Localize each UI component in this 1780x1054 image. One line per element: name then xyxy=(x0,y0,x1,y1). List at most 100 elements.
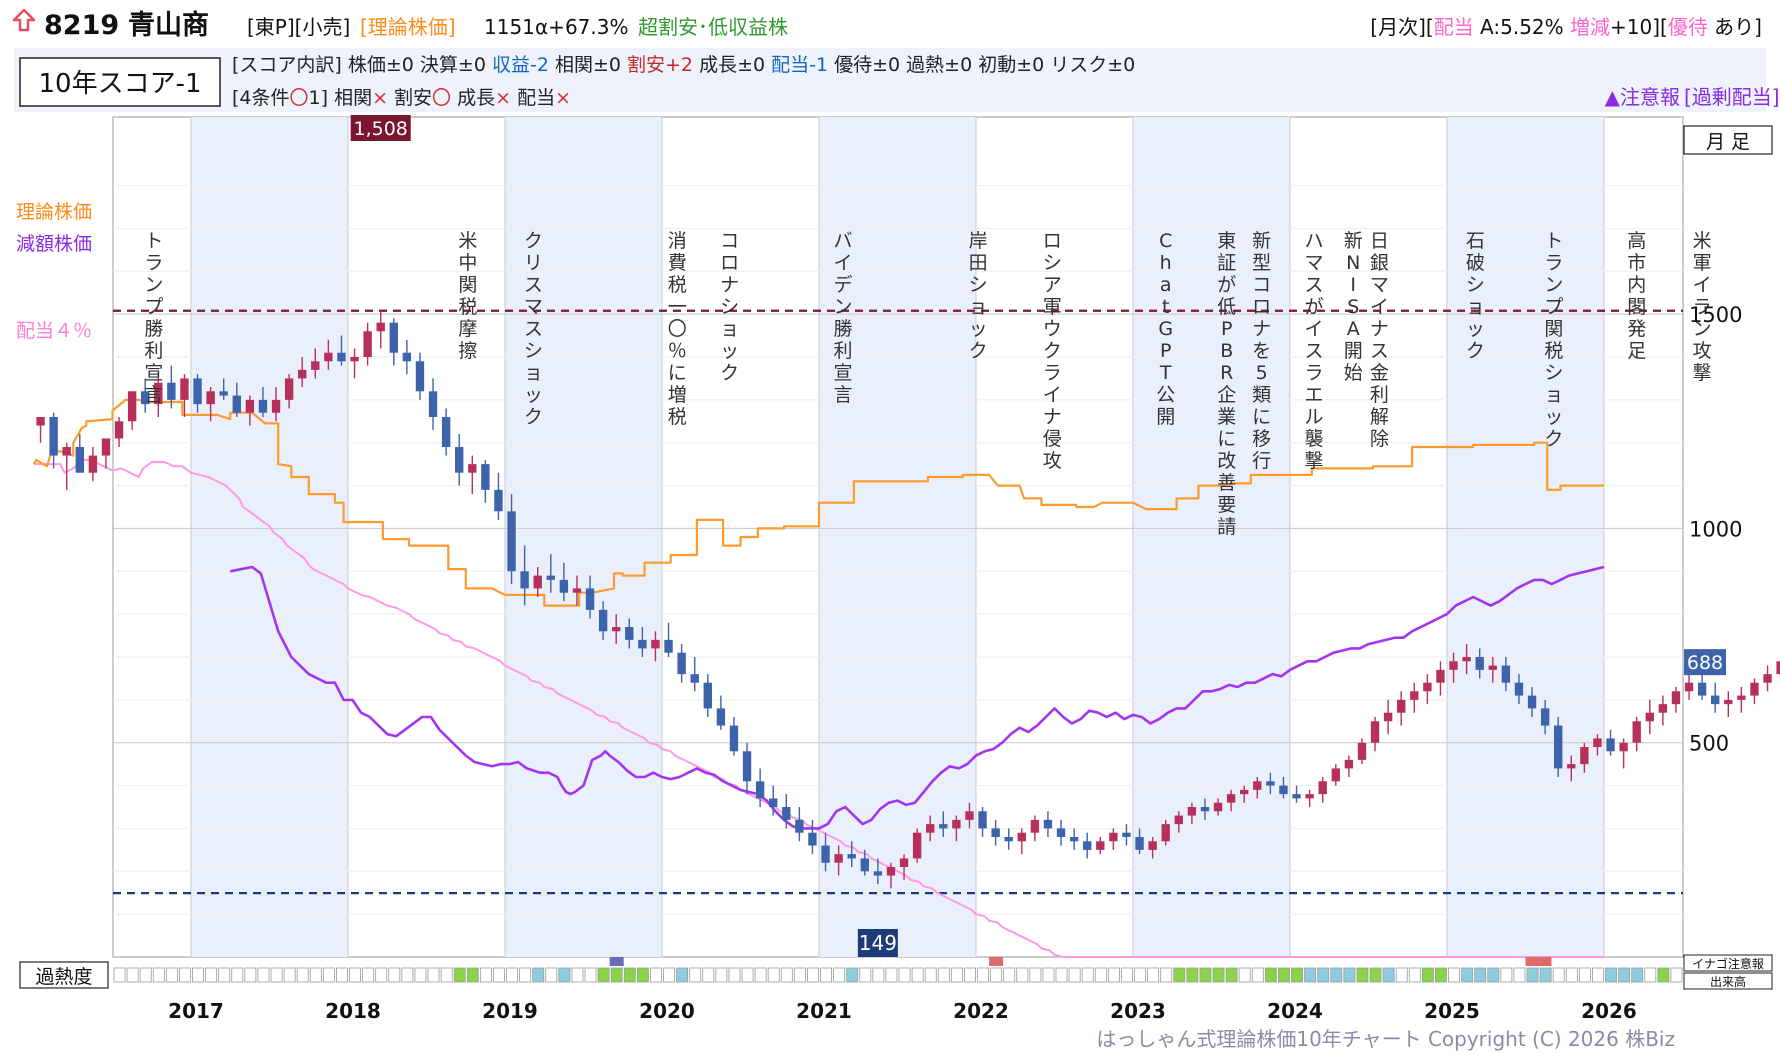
event-annotation-char: ア xyxy=(1043,274,1062,296)
candle-body xyxy=(1240,789,1249,795)
event-annotation-char: ロ xyxy=(1043,230,1062,252)
overheat-cell xyxy=(427,967,440,983)
event-annotation-char: ク xyxy=(524,406,543,428)
event-annotation-char: 閣 xyxy=(1627,296,1646,318)
overheat-cell xyxy=(506,967,518,983)
candle-body xyxy=(1697,682,1707,696)
overheat-cell xyxy=(597,967,610,983)
candle-body xyxy=(36,417,45,426)
alpha-value: α+67.3% xyxy=(535,15,628,39)
overheat-cell xyxy=(1029,967,1042,983)
candle-body xyxy=(1017,832,1026,842)
overheat-cell xyxy=(636,967,649,983)
overheat-cell xyxy=(754,967,767,983)
event-annotation-char: 破 xyxy=(1466,252,1485,274)
event-annotation: 消費税一〇％に増税 xyxy=(668,230,687,428)
event-annotation: 日銀マイナス金利解除 xyxy=(1370,230,1389,450)
overheat-cell xyxy=(139,967,152,983)
event-annotation-char: に xyxy=(668,362,687,384)
event-annotation-char: イ xyxy=(1693,274,1712,296)
overheat-cell xyxy=(1173,967,1186,983)
event-annotation-char: ョ xyxy=(524,362,543,384)
candle-body xyxy=(1030,819,1040,833)
candle-body xyxy=(350,357,359,362)
event-annotation-char: t xyxy=(1162,296,1169,318)
candle-body xyxy=(1305,794,1314,799)
candle-body xyxy=(533,575,542,589)
overheat-cell xyxy=(336,967,348,983)
event-annotation-char: G xyxy=(1158,318,1173,340)
event-annotation-char: 撃 xyxy=(1304,450,1323,472)
event-annotation-char: プ xyxy=(144,296,163,318)
candle-body xyxy=(1056,828,1066,837)
event-annotation-char: 宣 xyxy=(144,362,163,384)
overheat-cell xyxy=(1526,967,1539,983)
event-annotation-char: ョ xyxy=(1544,384,1563,406)
event-annotation-char: 類 xyxy=(1252,384,1271,406)
overheat-cell xyxy=(1644,967,1657,983)
event-annotation-char: 内 xyxy=(1627,274,1646,296)
candle-body xyxy=(755,781,765,799)
overheat-cell xyxy=(1670,967,1683,983)
theory-label: [理論株価] xyxy=(360,15,456,39)
candle-body xyxy=(271,399,281,413)
overheat-cell xyxy=(872,967,885,983)
candle-body xyxy=(1632,721,1641,743)
overheat-cell xyxy=(977,967,989,983)
event-annotation-char: ラ xyxy=(1693,296,1712,318)
overheat-cell xyxy=(479,967,492,983)
event-annotation-char: マ xyxy=(1304,252,1323,274)
warning-tag: [過剰配当] xyxy=(1684,85,1780,109)
overheat-cell xyxy=(702,967,715,983)
event-annotation-char: ト xyxy=(144,230,163,252)
candle-body xyxy=(1737,695,1746,700)
candle-body xyxy=(389,322,398,353)
overheat-cell xyxy=(650,967,662,983)
candle-body xyxy=(376,322,385,332)
event-annotation-char: ロ xyxy=(1252,296,1271,318)
overheat-cell xyxy=(1500,967,1513,983)
candle-body xyxy=(1593,738,1602,747)
theory-value: 1151 xyxy=(484,15,535,39)
candle-body xyxy=(428,391,438,417)
event-annotation-char: 業 xyxy=(1217,406,1236,428)
event-annotation-char: ョ xyxy=(1466,296,1485,318)
overheat-cell xyxy=(1134,967,1146,983)
event-annotation-char: 新 xyxy=(1344,230,1363,252)
event-annotation-char: を xyxy=(1252,340,1271,362)
event-annotation-char: 〇 xyxy=(668,318,687,340)
overheat-cell xyxy=(898,967,911,983)
event-annotation: 東証が低PBR企業に改善要請 xyxy=(1217,230,1236,538)
overheat-label: 過熱度 xyxy=(35,966,92,988)
overheat-cell xyxy=(610,967,623,983)
candle-body xyxy=(1226,794,1236,803)
candle-body xyxy=(1370,721,1380,743)
overheat-cell xyxy=(950,967,963,983)
event-annotation-char: 請 xyxy=(1217,516,1236,538)
x-tick-label: 2019 xyxy=(482,999,538,1023)
candle-body xyxy=(167,382,176,400)
event-annotation: トランプ関税ショック xyxy=(1544,230,1563,450)
four-conditions: [4条件〇1] 相関× 割安〇 成長× 配当× xyxy=(232,87,571,109)
candle-body xyxy=(952,819,961,829)
event-annotation-char: ッ xyxy=(969,318,988,340)
event-annotation-char: I xyxy=(1350,274,1356,296)
candle-body xyxy=(1423,682,1432,692)
candle-body xyxy=(258,399,268,413)
candle-body xyxy=(1357,742,1367,760)
event-annotation-char: 言 xyxy=(144,384,163,406)
overheat-cell xyxy=(545,967,558,983)
overheat-cell xyxy=(1461,967,1474,983)
overheat-cell xyxy=(911,967,924,983)
event-annotation-char: 5 xyxy=(1256,362,1268,384)
candle-body xyxy=(1436,669,1445,683)
event-annotation-char: 税 xyxy=(668,406,687,428)
event-annotation-char: ン xyxy=(833,296,852,318)
overheat-cell xyxy=(375,967,388,983)
candle-body xyxy=(585,588,595,610)
event-annotation-char: シ xyxy=(720,296,739,318)
event-annotation-char: 侵 xyxy=(1043,428,1062,450)
overheat-cell xyxy=(296,967,309,983)
candle-body xyxy=(206,391,215,405)
candle-body xyxy=(1645,712,1654,722)
